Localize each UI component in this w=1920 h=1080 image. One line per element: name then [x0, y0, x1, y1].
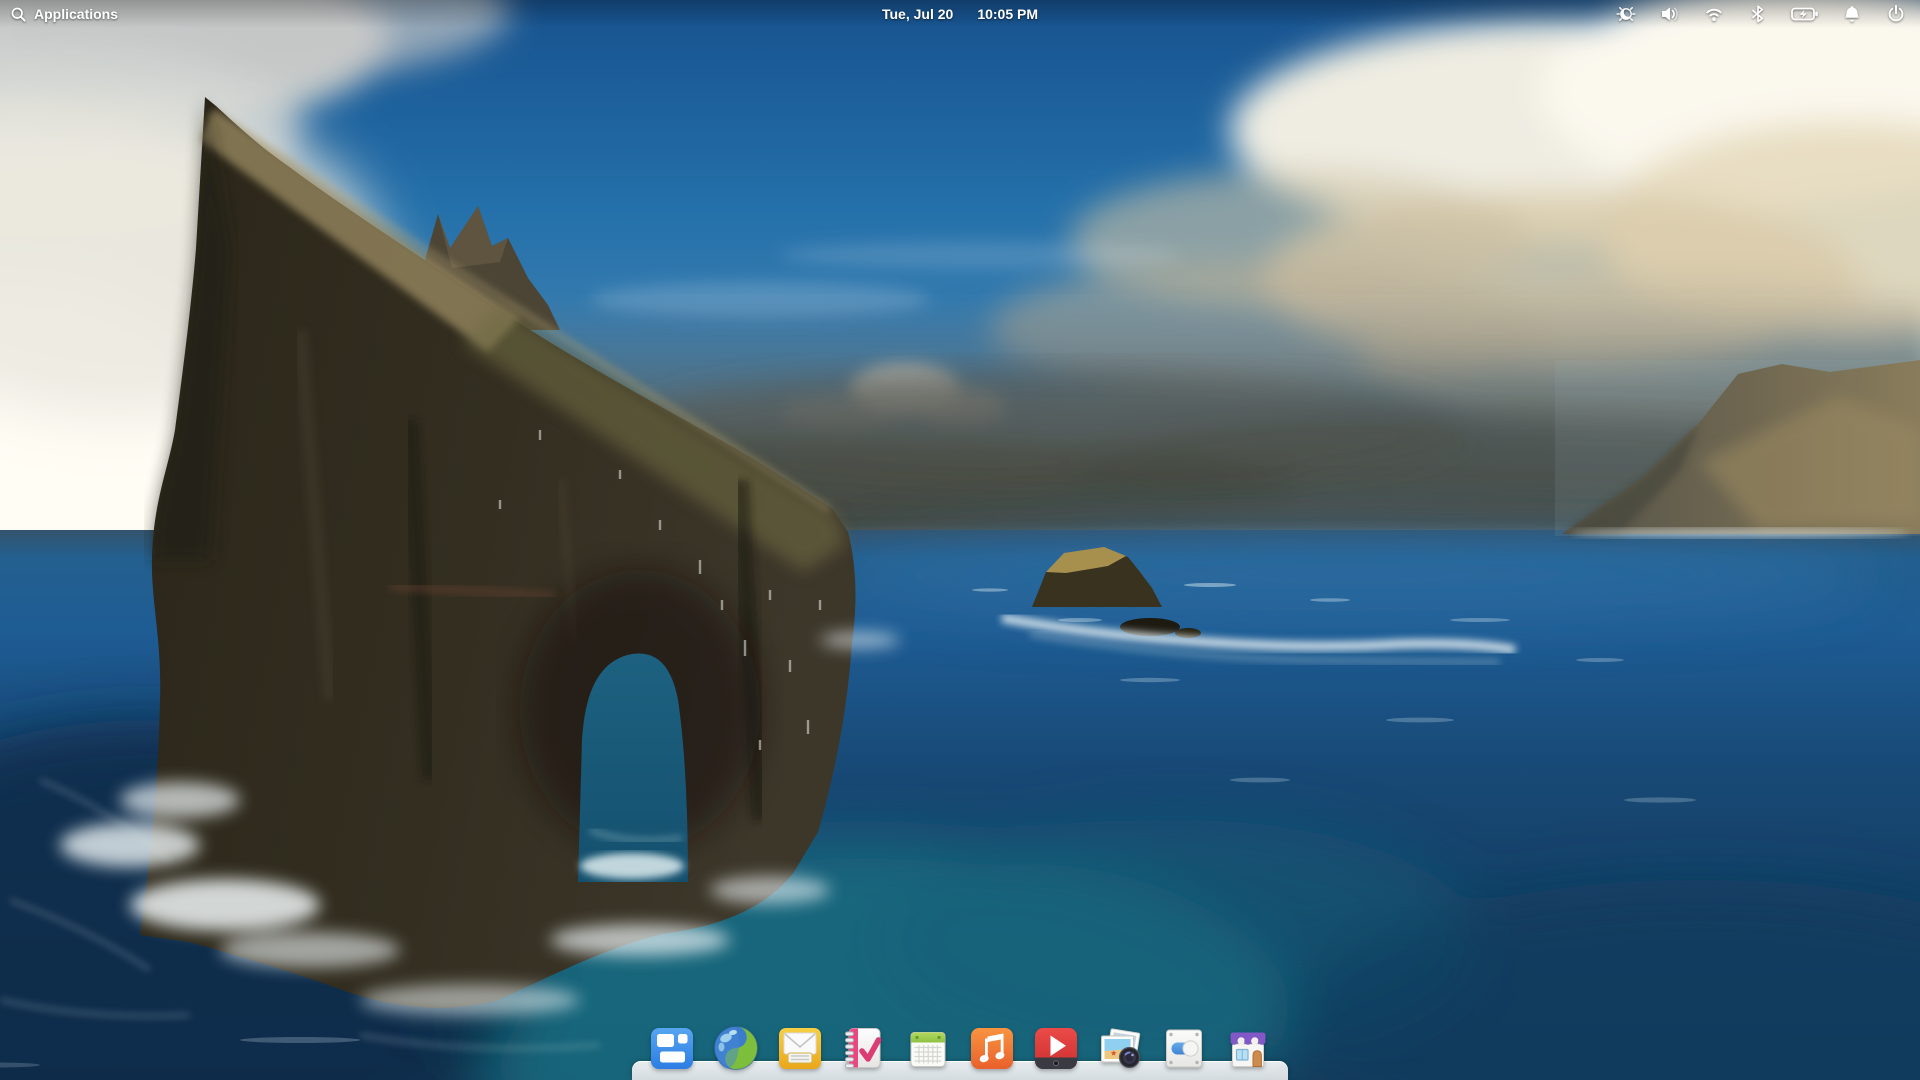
panel-date: Tue, Jul 20: [882, 6, 953, 22]
calendar-icon[interactable]: [904, 1024, 952, 1072]
bluetooth-icon[interactable]: [1746, 2, 1770, 26]
music-icon[interactable]: [968, 1024, 1016, 1072]
nightlight-icon[interactable]: [1614, 2, 1638, 26]
mail-icon[interactable]: [776, 1024, 824, 1072]
power-icon[interactable]: [1884, 2, 1908, 26]
applications-label: Applications: [34, 6, 118, 22]
photos-icon[interactable]: [1096, 1024, 1144, 1072]
wifi-icon[interactable]: [1702, 2, 1726, 26]
system-settings-icon[interactable]: [1160, 1024, 1208, 1072]
web-browser-icon[interactable]: [712, 1024, 760, 1072]
notifications-icon[interactable]: [1840, 2, 1864, 26]
volume-icon[interactable]: [1658, 2, 1682, 26]
wallpaper-image: [0, 0, 1920, 1080]
panel-clock[interactable]: Tue, Jul 20 10:05 PM: [882, 0, 1038, 28]
dock: [632, 1020, 1288, 1080]
videos-icon[interactable]: [1032, 1024, 1080, 1072]
search-icon: [10, 6, 27, 23]
top-panel: Applications Tue, Jul 20 10:05 PM: [0, 0, 1920, 28]
appcenter-icon[interactable]: [1224, 1024, 1272, 1072]
panel-time: 10:05 PM: [977, 6, 1038, 22]
system-tray: [1614, 0, 1920, 28]
tasks-icon[interactable]: [840, 1024, 888, 1072]
applications-menu[interactable]: Applications: [0, 0, 128, 28]
battery-charging-icon[interactable]: [1790, 2, 1820, 26]
multitasking-view-icon[interactable]: [648, 1024, 696, 1072]
desktop: Applications Tue, Jul 20 10:05 PM: [0, 0, 1920, 1080]
